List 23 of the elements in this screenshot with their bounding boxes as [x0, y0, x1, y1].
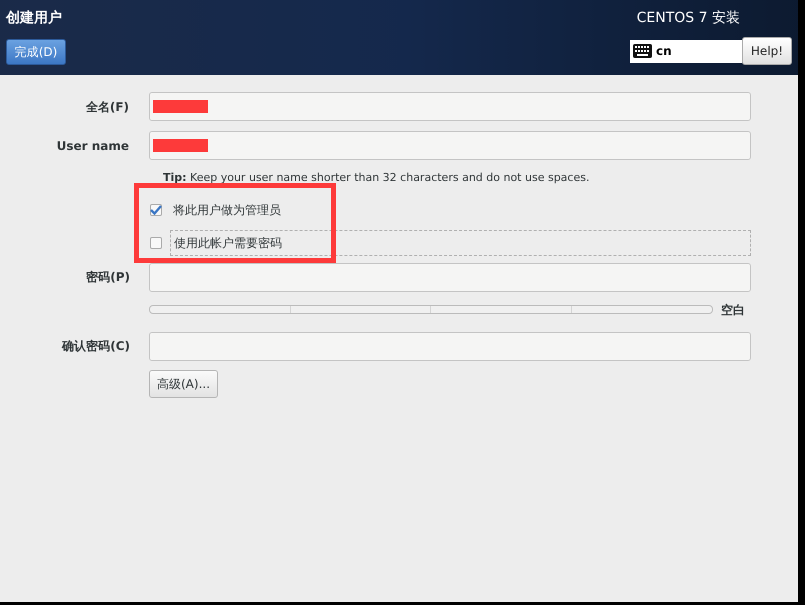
keyboard-field[interactable]: cn [630, 40, 742, 62]
strength-reading: 空白 [721, 302, 745, 318]
checkbox[interactable] [150, 236, 162, 248]
input-field[interactable] [149, 92, 751, 121]
field-label: 确认密码(C) [60, 338, 130, 355]
input-field[interactable] [149, 262, 751, 292]
advanced-button[interactable]: 高级(A)... [149, 370, 218, 398]
help-button[interactable]: Help! [742, 37, 792, 65]
field-label: 全名(F) [84, 98, 130, 116]
checkbox-label[interactable]: 将此用户做为管理员 [170, 200, 284, 218]
done-button[interactable]: 完成(D) [6, 39, 66, 65]
input-field[interactable] [149, 332, 751, 360]
input-field[interactable] [149, 131, 751, 160]
checkmark-icon [150, 204, 162, 214]
field-label: User name [56, 138, 130, 154]
page-title: 创建用户 [6, 8, 63, 28]
field-label: 密码(P) [85, 269, 130, 286]
tip-text: Tip: Keep your user name shorter than 32 characters and do not use spaces. [163, 171, 590, 184]
checkbox[interactable] [150, 204, 162, 216]
product-title: CENTOS 7 安装 [636, 9, 740, 28]
keyboard-layout: cn [656, 43, 672, 60]
keyboard-icon [633, 44, 652, 58]
checkbox-label[interactable]: 使用此帐户需要密码 [170, 230, 751, 256]
